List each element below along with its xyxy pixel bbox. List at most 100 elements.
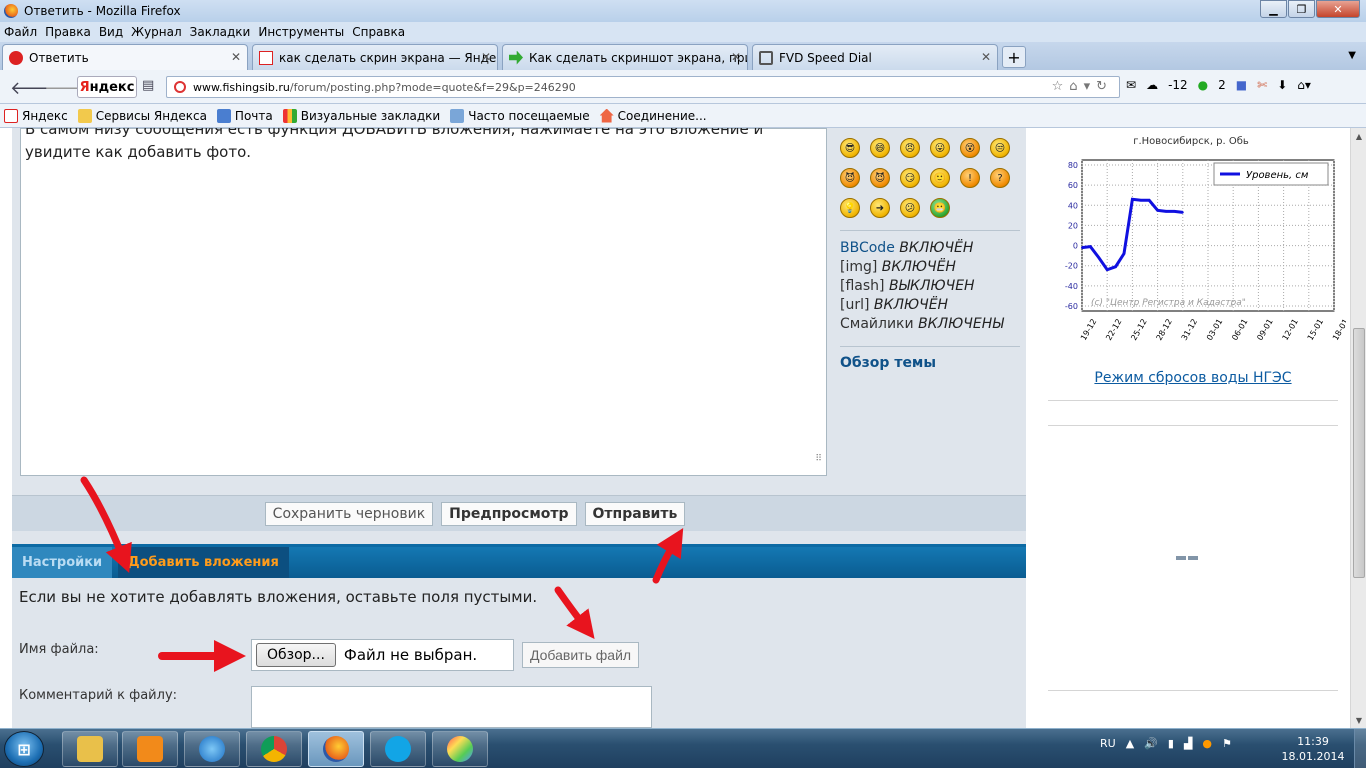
language-indicator[interactable]: RU [1100, 737, 1116, 750]
bookmark-yandex[interactable]: Яндекс [4, 108, 68, 123]
smilie-exclaim-icon[interactable]: ! [960, 168, 980, 188]
taskbar-paint[interactable] [432, 731, 488, 767]
volume-icon[interactable]: 🔊 [1144, 737, 1158, 750]
tab-add-attachments[interactable]: Добавить вложения [118, 547, 289, 578]
menu-bookmarks[interactable]: Закладки [190, 25, 251, 39]
yandex-logo[interactable]: Яндекс [77, 76, 137, 98]
smilie-dizzy-icon[interactable]: 😵 [960, 138, 980, 158]
system-clock[interactable]: 11:39 18.01.2014 [1280, 734, 1346, 764]
url-domain: www.fishingsib.ru [193, 80, 290, 94]
smilie-angry-icon[interactable]: 😠 [900, 138, 920, 158]
save-draft-button[interactable]: Сохранить черновик [264, 501, 434, 526]
scroll-thumb[interactable] [1353, 328, 1365, 578]
maximize-button[interactable]: ❐ [1288, 0, 1315, 18]
browse-button[interactable]: Обзор... [256, 643, 336, 667]
x-tick-label: 15-01 [1306, 317, 1325, 342]
star-icon[interactable]: ☆ [1052, 79, 1070, 94]
start-button[interactable]: ⊞ [4, 731, 44, 767]
smilie-cool-icon[interactable]: 😎 [840, 138, 860, 158]
new-tab-button[interactable]: + [1002, 46, 1026, 68]
file-input[interactable]: Обзор... Файл не выбран. [251, 639, 514, 671]
menu-help[interactable]: Справка [352, 25, 405, 39]
bbcode-link[interactable]: BBCode [840, 240, 895, 256]
bookmark-visual[interactable]: Визуальные закладки [282, 108, 440, 123]
ngs-discharge-link[interactable]: Режим сбросов воды НГЭС [1036, 370, 1350, 386]
tab-close-icon[interactable]: ✕ [981, 50, 991, 64]
taskbar-firefox[interactable] [308, 731, 364, 767]
data-point [1123, 252, 1125, 255]
tab-settings[interactable]: Настройки [12, 547, 113, 578]
dropdown-icon[interactable]: ▾ [1084, 79, 1097, 94]
tools-icon[interactable]: ✄ [1257, 78, 1267, 92]
bookmark-yandex-services[interactable]: Сервисы Яндекса [77, 108, 207, 123]
smilie-laugh-icon[interactable]: 😄 [870, 138, 890, 158]
menu-history[interactable]: Журнал [131, 25, 182, 39]
filename-label: Имя файла: [19, 642, 99, 657]
smilie-tongue-icon[interactable]: 😛 [930, 138, 950, 158]
smilie-grin-icon[interactable]: 😬 [930, 198, 950, 218]
page-scrollbar[interactable]: ▲ ▼ [1350, 128, 1366, 728]
address-bar[interactable]: www.fishingsib.ru/forum/posting.php?mode… [166, 76, 1120, 98]
scroll-down-icon[interactable]: ▼ [1351, 712, 1366, 728]
resize-grip-icon[interactable]: ⠿ [815, 448, 822, 471]
taskbar-explorer[interactable] [62, 731, 118, 767]
bookmarks-panel-icon[interactable]: ▤ [142, 78, 154, 93]
taskbar-chrome[interactable] [246, 731, 302, 767]
menu-view[interactable]: Вид [99, 25, 123, 39]
topic-review-link[interactable]: Обзор темы [840, 355, 1020, 371]
menu-tools[interactable]: Инструменты [258, 25, 344, 39]
tab-close-icon[interactable]: ✕ [231, 50, 241, 64]
home-icon[interactable]: ⌂ [1069, 79, 1083, 94]
network-icon[interactable]: ▮ [1168, 737, 1174, 750]
scroll-up-icon[interactable]: ▲ [1351, 128, 1366, 144]
smilie-idea-icon[interactable]: 💡 [840, 198, 860, 218]
options-tabs: Настройки Добавить вложения [12, 544, 1026, 578]
close-button[interactable]: ✕ [1316, 0, 1360, 18]
message-textarea[interactable]: В самом низу сообщения есть функция ДОБА… [20, 128, 827, 476]
tab-screenshot-article[interactable]: Как сделать скриншот экрана, прин... ✕ [502, 44, 748, 70]
taskbar-ie[interactable] [184, 731, 240, 767]
smilie-arrow-icon[interactable]: ➜ [870, 198, 890, 218]
download-icon[interactable]: ⬇ [1277, 78, 1287, 92]
smilie-smirk-icon[interactable]: 😏 [900, 168, 920, 188]
evernote-icon[interactable]: ● [1198, 78, 1208, 92]
menu-edit[interactable]: Правка [45, 25, 91, 39]
submit-button[interactable]: Отправить [584, 501, 686, 526]
app-tray-icon[interactable]: ● [1202, 737, 1212, 750]
bookmark-mail[interactable]: Почта [216, 108, 273, 123]
site-identity-icon[interactable] [174, 81, 186, 93]
weather-icon[interactable]: ☁ [1146, 78, 1158, 92]
tab-yandex-search[interactable]: как сделать скрин экрана — Яндекс... ✕ [252, 44, 498, 70]
smilie-devil-icon[interactable]: 😈 [840, 168, 860, 188]
badge-count[interactable]: 2 [1218, 78, 1226, 92]
bookmark-label: Яндекс [22, 108, 68, 123]
tab-speed-dial[interactable]: FVD Speed Dial ✕ [752, 44, 998, 70]
show-desktop-button[interactable] [1354, 729, 1366, 768]
tab-list-icon[interactable]: ▼ [1348, 50, 1356, 61]
weather-temperature[interactable]: -12 [1168, 78, 1188, 92]
tab-close-icon[interactable]: ✕ [731, 50, 741, 64]
smilie-meh-icon[interactable]: 😒 [990, 138, 1010, 158]
menu-file[interactable]: Файл [4, 25, 37, 39]
tray-expand-icon[interactable]: ▲ [1126, 737, 1134, 750]
flag-icon[interactable]: ⚑ [1222, 737, 1232, 750]
smilie-question-icon[interactable]: ? [990, 168, 1010, 188]
preview-button[interactable]: Предпросмотр [441, 501, 577, 526]
file-comment-textarea[interactable] [251, 686, 652, 728]
tab-close-icon[interactable]: ✕ [481, 50, 491, 64]
tab-reply[interactable]: Ответить ✕ [2, 44, 248, 70]
reload-icon[interactable]: ↻ [1096, 79, 1113, 94]
taskbar-skype[interactable] [370, 731, 426, 767]
signal-icon[interactable]: ▟ [1184, 737, 1192, 750]
bookmark-connection[interactable]: Соединение... [599, 108, 707, 123]
taskbar-media-player[interactable] [122, 731, 178, 767]
smilie-smile-icon[interactable]: 🙂 [930, 168, 950, 188]
menu-icon[interactable]: ⌂▾ [1297, 78, 1311, 92]
minimize-button[interactable]: ▁ [1260, 0, 1287, 18]
smilie-evil-icon[interactable]: 😈 [870, 168, 890, 188]
addon-icon[interactable]: ■ [1236, 78, 1247, 92]
add-file-button[interactable]: Добавить файл [522, 642, 640, 668]
smilie-confused-icon[interactable]: 😕 [900, 198, 920, 218]
mail-icon[interactable]: ✉ [1126, 78, 1136, 92]
bookmark-frequent[interactable]: Часто посещаемые [450, 108, 590, 123]
